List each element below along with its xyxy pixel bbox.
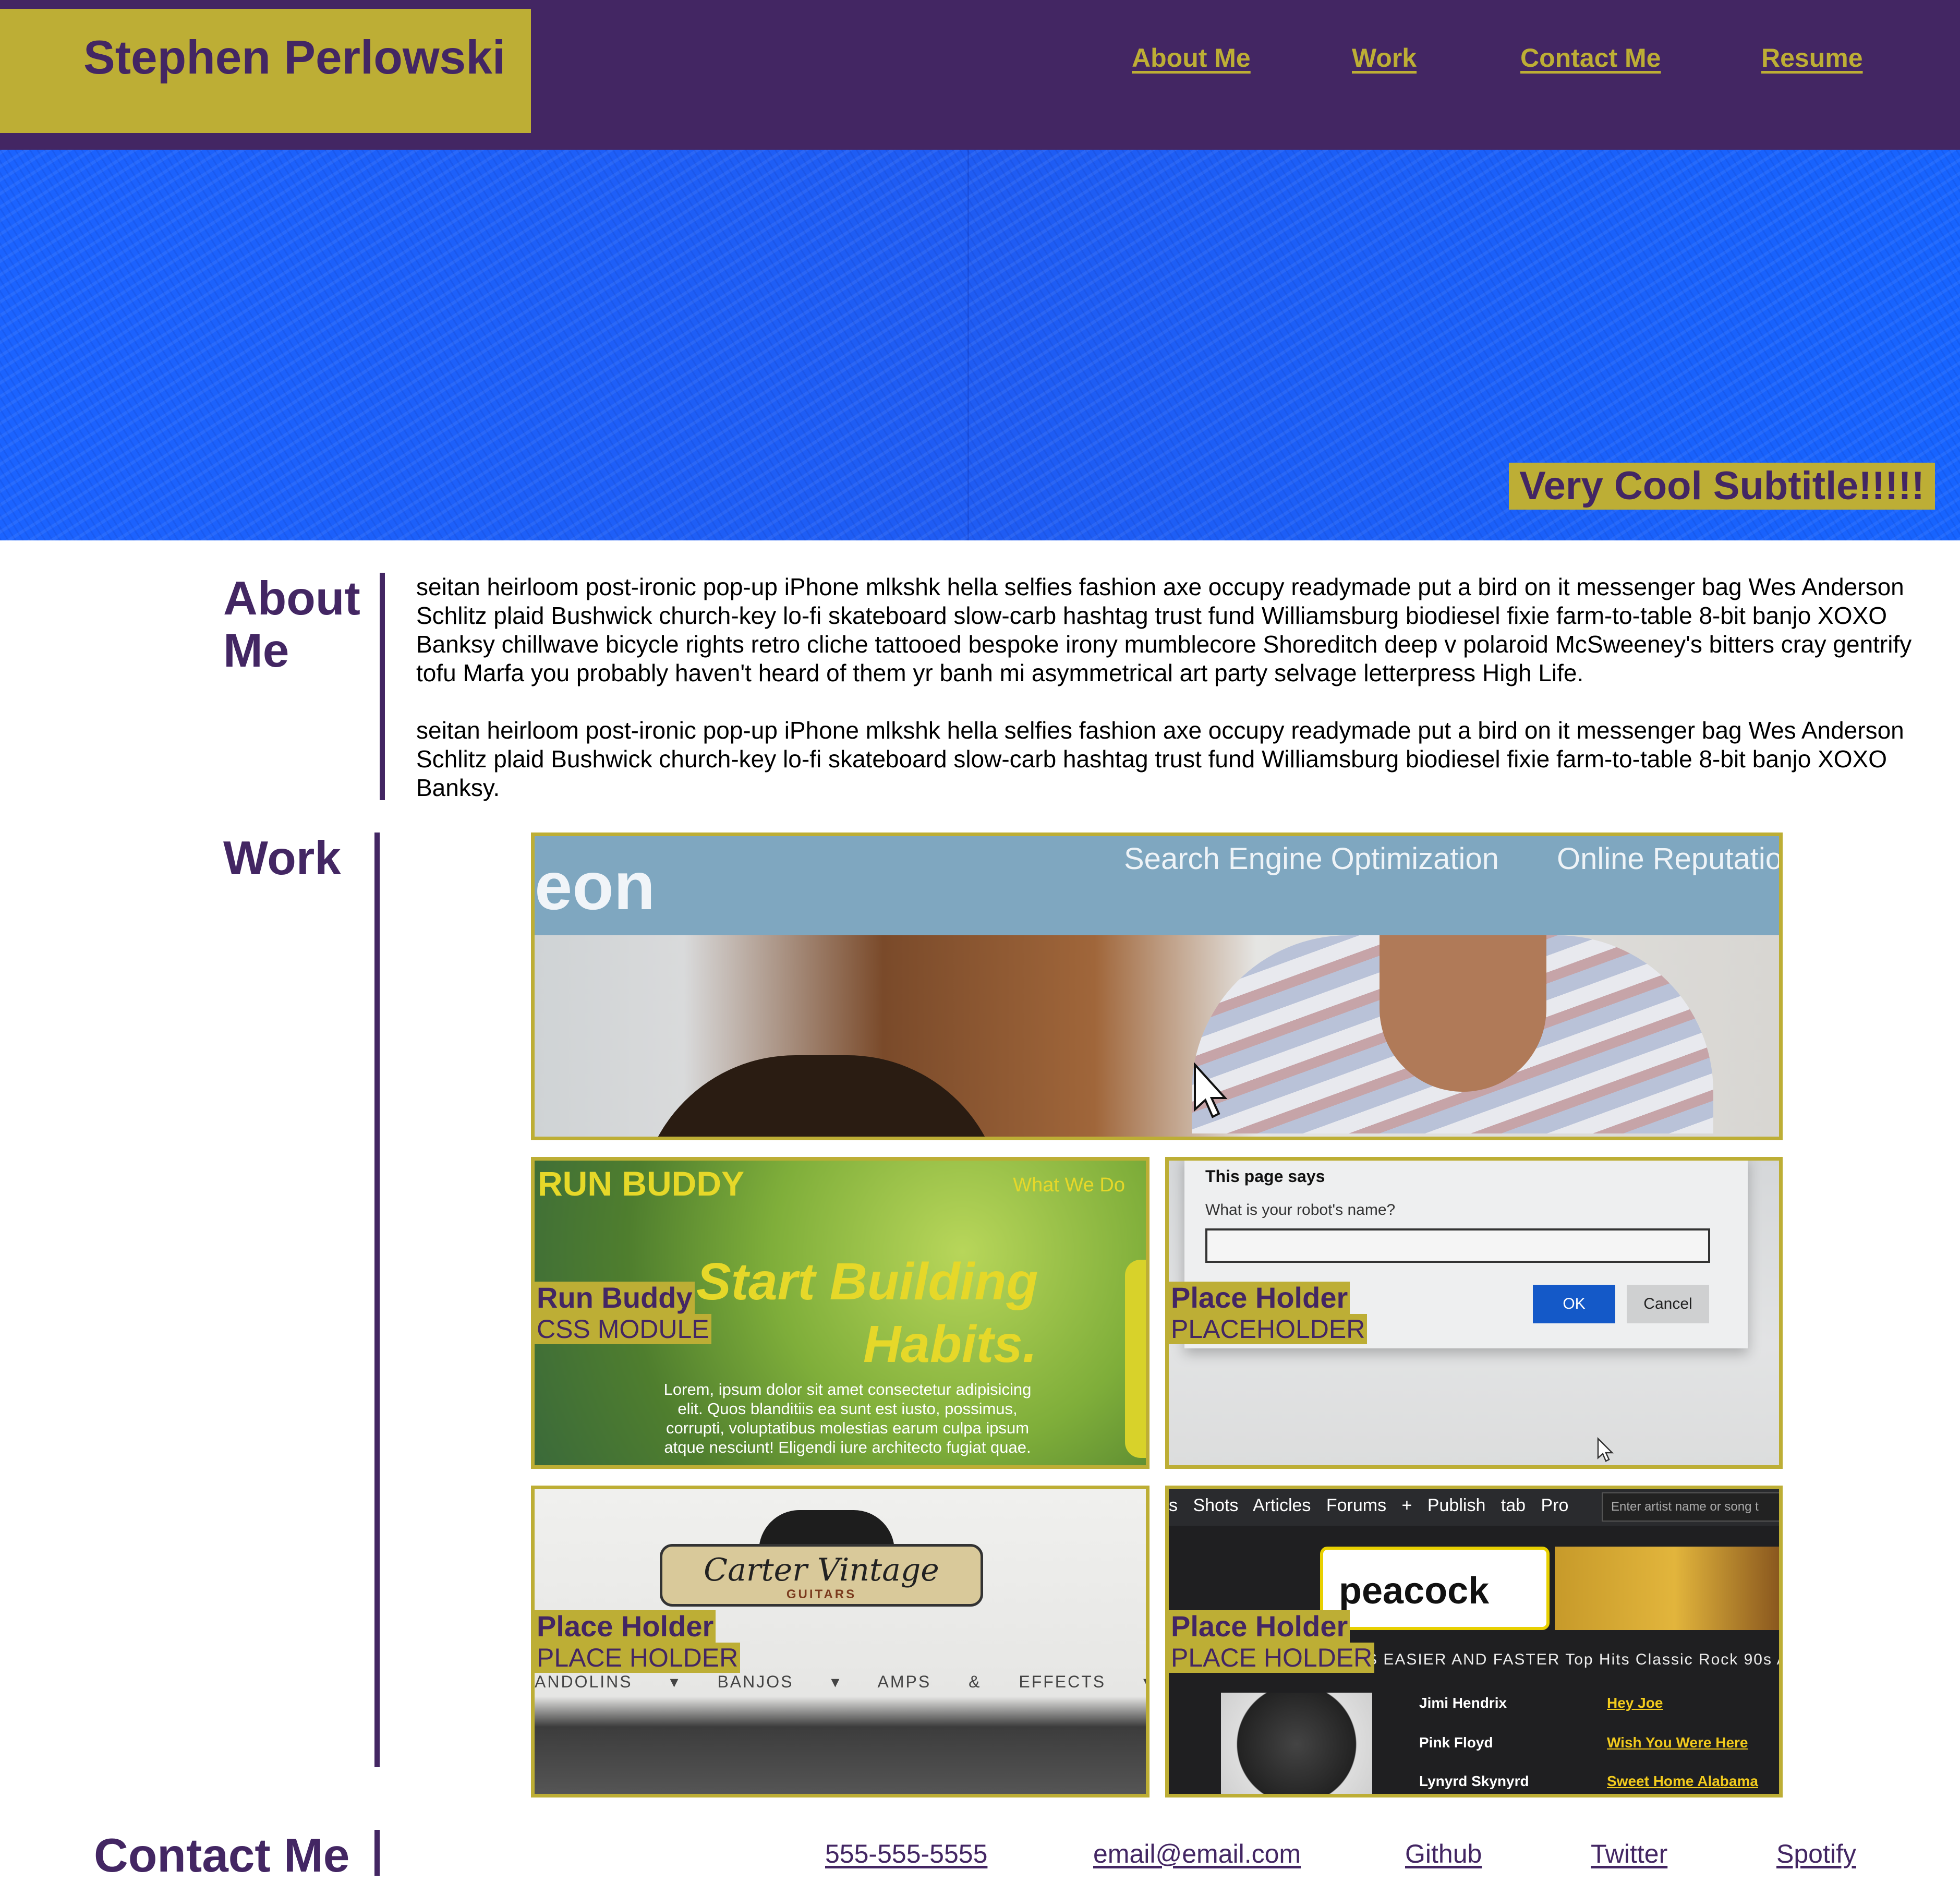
contact-heading: Contact Me (94, 1829, 350, 1882)
card-caption: Place Holder PLACEHOLDER (1169, 1282, 1368, 1344)
dialog-input (1205, 1228, 1710, 1263)
mouse-cursor-icon (1194, 1063, 1228, 1118)
about-text: seitan heirloom post-ironic pop-up iPhon… (416, 573, 1939, 831)
run-buddy-brand: RUN BUDDY (538, 1164, 744, 1203)
card-title: Place Holder (535, 1610, 716, 1643)
card-title: Place Holder (1169, 1610, 1350, 1643)
dialog-cancel-button: Cancel (1627, 1285, 1709, 1323)
artist-name: Lynyrd Skynyrd (1419, 1773, 1529, 1789)
site-header: Stephen Perlowski About Me Work Contact … (0, 0, 1960, 150)
music-site-tabs: NGS EASIER AND FASTER Top Hits Classic R… (1341, 1651, 1783, 1668)
card-title: Place Holder (1169, 1282, 1350, 1314)
movie-poster (1555, 1547, 1779, 1630)
contact-twitter-link[interactable]: Twitter (1591, 1839, 1667, 1869)
featured-work-card[interactable]: eon Search Engine Optimization Online Re… (531, 833, 1783, 1140)
contact-github-link[interactable]: Github (1405, 1839, 1482, 1869)
carter-vintage-nav: ANDOLINS ▾ BANJOS ▾ AMPS & EFFECTS ▾ OTH… (535, 1672, 1146, 1691)
nav-about-me[interactable]: About Me (1132, 43, 1251, 73)
card-subtitle: CSS MODULE (535, 1314, 711, 1344)
card-subtitle: PLACEHOLDER (1169, 1314, 1368, 1344)
run-buddy-side-panel (1125, 1260, 1146, 1458)
carter-vintage-logo: Carter Vintage GUITARS (660, 1544, 983, 1607)
featured-screenshot-nav: Online Reputatio (1557, 842, 1783, 876)
card-title: Run Buddy (535, 1282, 695, 1314)
contact-phone-link[interactable]: 555-555-5555 (825, 1839, 987, 1869)
mouse-cursor-icon (1597, 1437, 1614, 1462)
card-subtitle: PLACE HOLDER (1169, 1643, 1375, 1673)
work-divider (374, 833, 380, 1767)
run-buddy-body-text: Lorem, ipsum dolor sit amet consectetur … (663, 1380, 1032, 1456)
run-buddy-nav: What We Do (1013, 1174, 1125, 1196)
work-card-run-buddy[interactable]: RUN BUDDY What We Do Start Building Habi… (531, 1157, 1150, 1469)
carter-vintage-logo-text: Carter Vintage (704, 1552, 939, 1588)
song-link: Wish You Were Here (1607, 1734, 1748, 1751)
featured-screenshot-header: eon Search Engine Optimization Online Re… (535, 836, 1779, 935)
card-caption: Run Buddy CSS MODULE (535, 1282, 711, 1344)
music-site-topbar: s Shots Articles Forums + Publish tab Pr… (1169, 1489, 1779, 1526)
artist-name: Pink Floyd (1419, 1734, 1493, 1751)
work-card-placeholder-1[interactable]: This page says What is your robot's name… (1165, 1157, 1783, 1469)
card-caption: Place Holder PLACE HOLDER (1169, 1610, 1375, 1673)
song-link: Hey Joe (1607, 1695, 1663, 1711)
music-site-nav: s Shots Articles Forums + Publish tab Pr… (1169, 1495, 1569, 1515)
site-title: Stephen Perlowski (83, 31, 506, 84)
run-buddy-headline: Start Building (696, 1252, 1038, 1311)
dialog-title: This page says (1205, 1167, 1325, 1186)
nav-resume[interactable]: Resume (1761, 43, 1863, 73)
nav-contact-me[interactable]: Contact Me (1520, 43, 1661, 73)
music-site-search: Enter artist name or song t (1602, 1492, 1779, 1522)
artist-name: Jimi Hendrix (1419, 1695, 1507, 1711)
artist-photo (1221, 1693, 1372, 1794)
work-card-placeholder-2[interactable]: Carter Vintage GUITARS ANDOLINS ▾ BANJOS… (531, 1486, 1150, 1797)
contact-spotify-link[interactable]: Spotify (1776, 1839, 1856, 1869)
featured-screenshot-logo: eon (535, 848, 656, 924)
run-buddy-headline: Habits. (863, 1315, 1037, 1373)
work-card-placeholder-3[interactable]: s Shots Articles Forums + Publish tab Pr… (1165, 1486, 1783, 1797)
dialog-prompt: What is your robot's name? (1205, 1201, 1396, 1219)
hero-banner: Very Cool Subtitle!!!!! (0, 150, 1960, 540)
peacock-logo: peacock (1339, 1570, 1490, 1612)
card-subtitle: PLACE HOLDER (535, 1643, 741, 1673)
card-caption: Place Holder PLACE HOLDER (535, 1610, 741, 1673)
about-divider (380, 573, 385, 800)
nav-work[interactable]: Work (1352, 43, 1417, 73)
dialog-ok-button: OK (1533, 1285, 1615, 1323)
about-paragraph: seitan heirloom post-ironic pop-up iPhon… (416, 717, 1904, 801)
about-paragraph: seitan heirloom post-ironic pop-up iPhon… (416, 573, 1912, 686)
contact-email-link[interactable]: email@email.com (1093, 1839, 1301, 1869)
carter-vintage-logo-sub: GUITARS (786, 1587, 857, 1601)
name-banner: Stephen Perlowski (0, 9, 531, 133)
song-link: Sweet Home Alabama (1607, 1773, 1758, 1789)
hero-texture-seam (967, 150, 969, 540)
contact-divider (374, 1830, 380, 1876)
featured-screenshot-nav: Search Engine Optimization (1124, 842, 1499, 876)
work-heading: Work (223, 832, 341, 885)
hero-subtitle: Very Cool Subtitle!!!!! (1509, 463, 1935, 510)
about-heading: About Me (223, 572, 360, 677)
